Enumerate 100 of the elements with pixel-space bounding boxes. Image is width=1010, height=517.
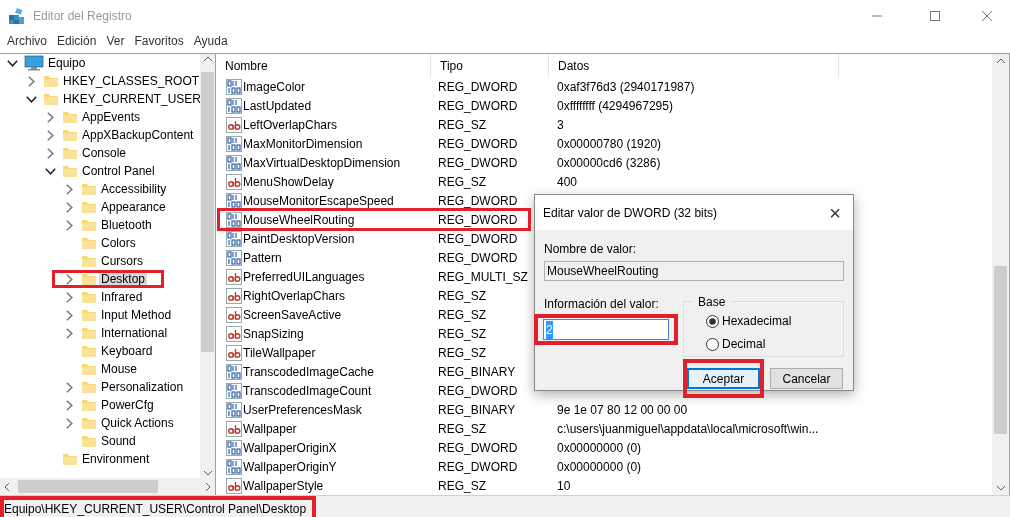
expand-chevron-icon[interactable] (65, 417, 73, 429)
value-name[interactable]: MaxVirtualDesktopDimension (243, 153, 401, 172)
tree-item[interactable]: PowerCfg (99, 396, 156, 414)
expand-chevron-icon[interactable] (65, 381, 73, 393)
radio-button[interactable] (706, 337, 719, 351)
tree-item[interactable]: Input Method (99, 306, 174, 324)
string-value-icon (226, 306, 242, 323)
string-value-icon (226, 116, 242, 133)
folder-icon (81, 379, 97, 395)
tree-item[interactable]: Appearance (99, 198, 168, 216)
value-name[interactable]: RightOverlapChars (243, 286, 346, 305)
expand-chevron-icon[interactable] (65, 201, 73, 213)
tree-item[interactable]: AppEvents (80, 108, 143, 126)
expand-chevron-icon[interactable] (65, 327, 73, 339)
expand-chevron-icon[interactable] (46, 147, 54, 159)
tree-item[interactable]: AppXBackupContent (80, 126, 196, 144)
collapse-chevron-icon[interactable] (44, 167, 56, 175)
menu-item[interactable]: Ayuda (188, 32, 233, 50)
value-name[interactable]: WallpaperStyle (243, 476, 324, 495)
tree-item[interactable]: Environment (80, 450, 152, 468)
dialog-button[interactable]: Cancelar (770, 368, 843, 389)
horizontal-scrollbar[interactable] (0, 478, 215, 495)
folder-icon (62, 451, 78, 467)
expand-chevron-icon[interactable] (46, 111, 54, 123)
value-type: REG_DWORD (438, 440, 518, 455)
value-name[interactable]: Wallpaper (243, 419, 297, 438)
value-type: REG_BINARY (438, 364, 516, 379)
scrollbar-thumb[interactable] (994, 266, 1007, 434)
value-name[interactable]: ScreenSaveActive (243, 305, 342, 324)
folder-icon (81, 307, 97, 323)
tree-item[interactable]: Accessibility (99, 180, 169, 198)
expand-chevron-icon[interactable] (27, 75, 35, 87)
expand-chevron-icon[interactable] (65, 291, 73, 303)
tree-item[interactable]: Sound (99, 432, 138, 450)
column-header[interactable]: Nombre (216, 54, 431, 77)
column-header[interactable]: Datos (549, 54, 839, 77)
collapse-chevron-icon[interactable] (6, 59, 18, 67)
value-name[interactable]: PaintDesktopVersion (243, 229, 355, 248)
value-name[interactable]: MouseMonitorEscapeSpeed (243, 191, 394, 210)
expand-chevron-icon[interactable] (65, 399, 73, 411)
value-name[interactable]: PreferredUILanguages (243, 267, 365, 286)
expand-chevron-icon[interactable] (65, 219, 73, 231)
menu-item[interactable]: Ver (101, 32, 130, 50)
scrollbar-thumb[interactable] (201, 72, 214, 352)
value-name[interactable]: Pattern (243, 248, 282, 267)
tree-item[interactable]: Infrared (99, 288, 145, 306)
field-label: Nombre de valor: (544, 241, 638, 258)
column-header[interactable]: Tipo (431, 54, 549, 77)
folder-icon (81, 343, 97, 359)
value-name[interactable]: WallpaperOriginX (243, 438, 337, 457)
folder-icon (81, 199, 97, 215)
dialog-button[interactable]: Aceptar (687, 368, 760, 389)
tree-item[interactable]: Cursors (99, 252, 145, 270)
tree-item[interactable]: International (99, 324, 170, 342)
folder-icon (81, 397, 97, 413)
value-name[interactable]: LastUpdated (243, 96, 312, 115)
collapse-chevron-icon[interactable] (25, 95, 37, 103)
value-name[interactable]: LeftOverlapChars (243, 115, 338, 134)
scrollbar-thumb[interactable] (18, 480, 158, 493)
tree-item[interactable]: Personalization (99, 378, 186, 396)
expand-chevron-icon[interactable] (65, 273, 73, 285)
tree-item[interactable]: Keyboard (99, 342, 155, 360)
radio-label[interactable]: Hexadecimal (722, 312, 792, 330)
menu-item[interactable]: Favoritos (129, 32, 189, 50)
value-name[interactable]: MaxMonitorDimension (243, 134, 363, 153)
expand-chevron-icon[interactable] (65, 309, 73, 321)
value-name[interactable]: UserPreferencesMask (243, 400, 362, 419)
value-name[interactable]: ImageColor (243, 77, 306, 96)
value-name[interactable]: MouseWheelRouting (243, 210, 355, 229)
vertical-scrollbar[interactable] (992, 54, 1009, 495)
value-type: REG_DWORD (438, 383, 518, 398)
tree-item[interactable]: HKEY_CURRENT_USER (61, 90, 200, 108)
expand-chevron-icon[interactable] (46, 129, 54, 141)
value-type: REG_DWORD (438, 250, 518, 265)
value-name[interactable]: SnapSizing (243, 324, 304, 343)
value-name[interactable]: TranscodedImageCount (243, 381, 372, 400)
menu-item[interactable]: Archivo (2, 32, 52, 50)
menu-item[interactable]: Edición (52, 32, 102, 50)
value-type: REG_BINARY (438, 402, 516, 417)
tree-item[interactable]: Colors (99, 234, 138, 252)
tree-item[interactable]: Equipo (46, 54, 88, 72)
radio-button[interactable] (706, 314, 719, 328)
close-button[interactable]: × (825, 202, 845, 223)
tree-item[interactable]: Control Panel (80, 162, 157, 180)
tree-item[interactable]: Quick Actions (99, 414, 176, 432)
vertical-scrollbar[interactable] (200, 54, 215, 478)
value-name[interactable]: TileWallpaper (243, 343, 316, 362)
radio-label[interactable]: Decimal (722, 335, 766, 353)
folder-icon (81, 325, 97, 341)
value-data: 0x00000000 (0) (557, 459, 642, 474)
value-name[interactable]: TranscodedImageCache (243, 362, 374, 381)
tree-item[interactable]: Bluetooth (99, 216, 154, 234)
value-name[interactable]: MenuShowDelay (243, 172, 334, 191)
tree-item[interactable]: Console (80, 144, 129, 162)
expand-chevron-icon[interactable] (65, 183, 73, 195)
tree-item[interactable]: HKEY_CLASSES_ROOT (61, 72, 200, 90)
binary-value-icon (226, 458, 242, 475)
tree-item[interactable]: Mouse (99, 360, 140, 378)
value-name[interactable]: WallpaperOriginY (243, 457, 337, 476)
folder-icon (62, 145, 78, 161)
